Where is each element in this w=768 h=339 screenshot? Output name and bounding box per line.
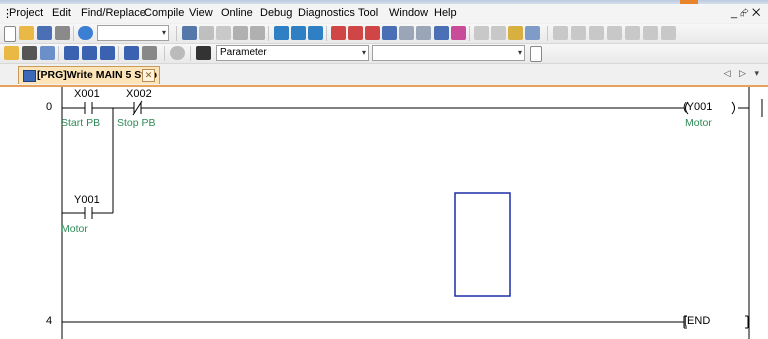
write-mode-icon[interactable] [274,26,289,40]
ladder-vline-icon[interactable] [661,26,676,40]
menu-edit[interactable]: Edit [52,7,71,19]
ladder-instruction-icon[interactable] [625,26,640,40]
toolbar-separator [190,46,191,61]
navigation-icon[interactable] [22,46,37,60]
menu-project[interactable]: Project [9,7,43,19]
project-tree-icon[interactable] [4,46,19,60]
binoculars-icon[interactable] [196,46,211,60]
watch-icon[interactable] [508,26,523,40]
menu-compile[interactable]: Compile [144,7,184,19]
toolbar-separator [176,26,177,41]
coil-y001-right [731,101,735,115]
online-icon[interactable] [399,26,414,40]
paste-icon[interactable] [216,26,231,40]
tab-write-main[interactable]: [PRG]Write MAIN 5 Step ✕ [18,66,160,84]
ladder-hline-icon[interactable] [643,26,658,40]
edit-cursor [454,192,511,297]
coil-y001-comment: Motor [685,117,712,129]
read-mode-icon[interactable] [291,26,306,40]
device-comment-icon[interactable] [82,46,97,60]
ladder-parallel-icon[interactable] [589,26,604,40]
toolbar-separator [58,46,59,61]
search-combo[interactable]: Parameter ▾ [216,45,369,61]
menu-online[interactable]: Online [221,7,253,19]
toolbar-separator [547,26,548,41]
monitor-start-icon[interactable] [434,26,449,40]
device-memory-icon[interactable] [100,46,115,60]
remote-op-icon[interactable] [382,26,397,40]
open-folder-icon[interactable] [19,26,34,40]
menu-tool[interactable]: Tool [358,7,378,19]
tab-close-icon[interactable]: ✕ [142,69,155,82]
tab-bar: [PRG]Write MAIN 5 Step ✕ ◁ ▷ ▾ [0,65,768,87]
help-icon[interactable] [78,26,93,40]
search-target-combo[interactable]: ▾ [372,45,525,61]
menu-debug[interactable]: Debug [260,7,292,19]
tab-nav-arrows[interactable]: ◁ ▷ ▾ [724,68,762,79]
redo-icon[interactable] [250,26,265,40]
toolbar-separator [326,26,327,41]
menu-view[interactable]: View [189,7,213,19]
window-icon[interactable] [40,46,55,60]
undo-icon[interactable] [233,26,248,40]
offline-icon[interactable] [416,26,431,40]
menu-diagnostics[interactable]: Diagnostics [298,7,355,19]
coil-y001-device[interactable]: (Y001 [683,101,712,113]
ladder-contact-nc-icon[interactable] [571,26,586,40]
ladder-program-icon [23,70,36,82]
help-search-icon[interactable] [170,46,185,60]
toolbar-separator [73,26,74,41]
print-icon[interactable] [55,26,70,40]
convert-all-icon[interactable] [491,26,506,40]
read-from-plc-icon[interactable] [348,26,363,40]
save-icon[interactable] [37,26,52,40]
menu-find-replace[interactable]: Find/Replace [81,7,146,19]
device-test-icon[interactable] [124,46,139,60]
branch-y001-device[interactable]: Y001 [74,194,100,206]
end-instruction[interactable]: [END [684,315,710,327]
toolbar-separator [469,26,470,41]
copy-icon[interactable] [199,26,214,40]
step-number-0: 0 [46,101,53,113]
toolbar-row-2: Parameter ▾ ▾ [0,44,768,64]
toolbar-separator [164,46,165,61]
ladder-contact-icon[interactable] [553,26,568,40]
device-batch-icon[interactable] [64,46,79,60]
display-icon[interactable] [525,26,540,40]
verify-plc-icon[interactable] [365,26,380,40]
menu-help[interactable]: Help [434,7,457,19]
contact-x002-comment: Stop PB [117,117,156,129]
menu-window[interactable]: Window [389,7,428,19]
toolbar-separator [118,46,119,61]
new-file-icon[interactable] [4,26,16,42]
step-number-4: 4 [46,315,53,327]
cut-icon[interactable] [182,26,197,40]
branch-y001-comment: Motor [61,223,88,235]
ladder-coil-icon[interactable] [607,26,622,40]
write-to-plc-icon[interactable] [331,26,346,40]
toolbar-combo-1[interactable]: ▾ [97,25,169,41]
toolbar-separator [268,26,269,41]
contact-x001-device[interactable]: X001 [74,88,100,100]
contact-x002-device[interactable]: X002 [126,88,152,100]
toolbar-row-1: ▾ [0,24,768,44]
ladder-diagram [61,87,763,339]
find-device-icon[interactable] [142,46,157,60]
window-controls[interactable]: _ ⮳ ✕ [731,7,760,20]
contact-x001-comment: Start PB [61,117,101,129]
convert-icon[interactable] [474,26,489,40]
monitor-mode-icon[interactable] [308,26,323,40]
menu-bar: ⋮ Project Edit Find/Replace Compile View… [0,4,768,23]
ladder-editor[interactable]: 0 X001 Start PB X002 Stop PB (Y001 Motor… [0,87,768,339]
new-program-icon[interactable] [530,46,542,62]
monitor-stop-icon[interactable] [451,26,466,40]
tab-label: [PRG]Write MAIN 5 Step [37,69,157,81]
